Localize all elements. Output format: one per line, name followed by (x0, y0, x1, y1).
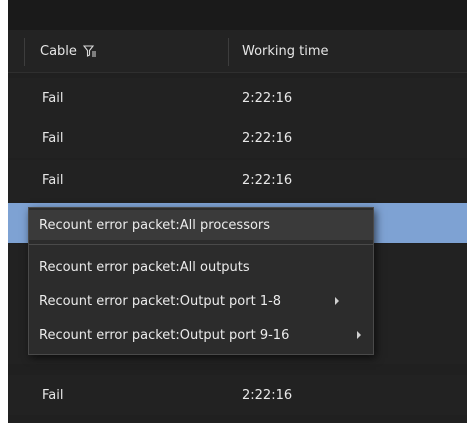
menu-item-recount-all-outputs[interactable]: Recount error packet:All outputs (29, 252, 373, 282)
column-header-working-time[interactable]: Working time (242, 30, 329, 72)
table-row[interactable]: Fail 2:22:16 (8, 78, 467, 118)
submenu-arrow-icon (357, 331, 361, 339)
top-bar (8, 0, 467, 30)
column-separator[interactable] (24, 38, 25, 66)
column-separator[interactable] (228, 38, 229, 66)
column-header-cable[interactable]: Cable (40, 30, 97, 72)
submenu-arrow-icon (335, 297, 339, 305)
menu-item-label: Recount error packet:Output port 1-8 (39, 293, 282, 309)
working-time-cell: 2:22:16 (242, 172, 293, 188)
column-header-cable-label: Cable (40, 43, 77, 59)
cable-cell: Fail (42, 172, 64, 188)
menu-item-label: Recount error packet:Output port 9-16 (39, 327, 290, 343)
menu-item-recount-output-port-1-8[interactable]: Recount error packet:Output port 1-8 (29, 286, 373, 316)
context-menu: Recount error packet:All processors Reco… (28, 207, 374, 355)
menu-item-recount-all-processors[interactable]: Recount error packet:All processors (29, 210, 373, 240)
filter-icon[interactable] (82, 44, 97, 58)
table-row[interactable]: Fail 2:22:16 (8, 118, 467, 158)
menu-item-recount-output-port-9-16[interactable]: Recount error packet:Output port 9-16 (29, 320, 373, 350)
table-row[interactable]: Fail 2:22:16 (8, 375, 467, 415)
column-header-working-time-label: Working time (242, 43, 329, 59)
working-time-cell: 2:22:16 (242, 387, 293, 403)
working-time-cell: 2:22:16 (242, 130, 293, 146)
working-time-cell: 2:22:16 (242, 90, 293, 106)
menu-item-label: Recount error packet:All outputs (39, 259, 250, 275)
table-header: Cable Working time (8, 30, 467, 73)
cable-cell: Fail (42, 387, 64, 403)
cable-cell: Fail (42, 130, 64, 146)
table-row[interactable]: Fail 2:22:16 (8, 160, 467, 200)
cable-cell: Fail (42, 90, 64, 106)
menu-separator (29, 244, 373, 245)
menu-item-label: Recount error packet:All processors (39, 217, 271, 233)
